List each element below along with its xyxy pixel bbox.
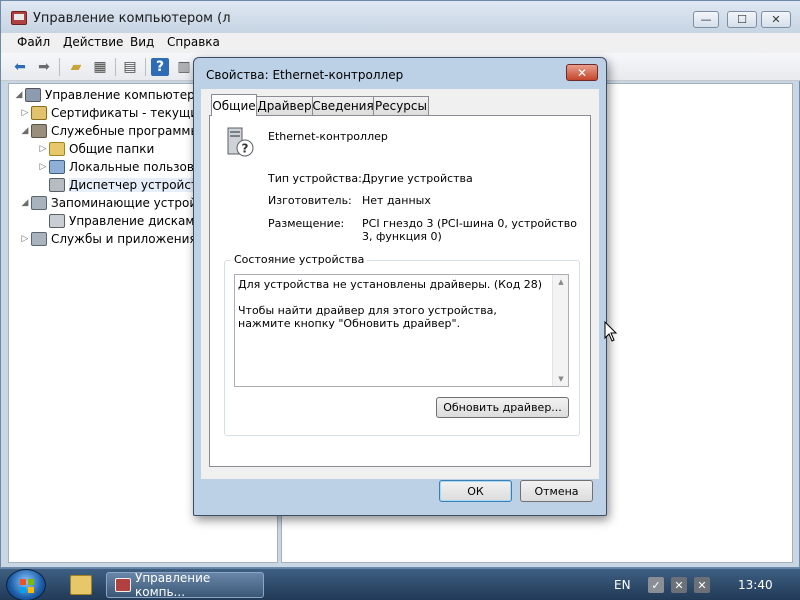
toolbar-separator bbox=[59, 58, 60, 76]
svg-text:?: ? bbox=[242, 142, 249, 156]
tree-label: Общие папки bbox=[69, 142, 155, 156]
forward-icon[interactable]: ➡ bbox=[35, 58, 53, 76]
properties-icon[interactable]: ▥ bbox=[175, 58, 193, 76]
window-title: Управление компьютером (л bbox=[33, 11, 231, 26]
shared-folders-icon bbox=[49, 142, 65, 156]
device-type-value: Другие устройства bbox=[362, 172, 473, 185]
manufacturer-label: Изготовитель: bbox=[268, 194, 352, 207]
unknown-device-icon: ? bbox=[227, 127, 254, 157]
minimize-button[interactable]: — bbox=[693, 11, 719, 28]
tree-label: Службы и приложения bbox=[51, 232, 197, 246]
menu-view[interactable]: Вид bbox=[130, 35, 154, 49]
tools-icon bbox=[31, 124, 47, 138]
taskbar-task-title: Управление компь... bbox=[135, 571, 211, 599]
network-icon[interactable]: ✕ bbox=[671, 577, 687, 593]
tree-item-storage[interactable]: ◢ Запоминающие устройст bbox=[19, 194, 211, 212]
tab-details[interactable]: Сведения bbox=[312, 96, 374, 115]
expand-arrow-icon[interactable]: ▷ bbox=[37, 162, 49, 172]
mouse-cursor-icon bbox=[604, 321, 618, 342]
device-manager-icon bbox=[49, 178, 65, 192]
computer-management-icon bbox=[11, 11, 27, 25]
windows-logo-icon bbox=[20, 579, 34, 593]
collapse-arrow-icon[interactable]: ◢ bbox=[19, 126, 31, 136]
tree-item-disk-management[interactable]: Управление дисками bbox=[37, 212, 202, 230]
toolbar-separator bbox=[115, 58, 116, 76]
device-status-title: Состояние устройства bbox=[231, 253, 368, 266]
tab-resources[interactable]: Ресурсы bbox=[373, 96, 429, 115]
scroll-up-icon[interactable]: ▲ bbox=[553, 275, 569, 289]
main-titlebar[interactable]: Управление компьютером (л — ☐ ✕ bbox=[1, 1, 800, 33]
explorer-taskbar-icon[interactable] bbox=[70, 575, 92, 595]
menu-help[interactable]: Справка bbox=[167, 35, 220, 49]
services-icon bbox=[31, 232, 47, 246]
expand-arrow-icon[interactable]: ▷ bbox=[19, 234, 31, 244]
ok-button[interactable]: ОК bbox=[439, 480, 512, 502]
tree-label: Диспетчер устройств bbox=[69, 178, 206, 192]
scroll-down-icon[interactable]: ▼ bbox=[553, 372, 569, 386]
help-icon[interactable]: ? bbox=[151, 58, 169, 76]
tree-label: Служебные программы bbox=[51, 124, 200, 138]
update-driver-button[interactable]: Обновить драйвер... bbox=[436, 397, 569, 418]
manufacturer-value: Нет данных bbox=[362, 194, 431, 207]
close-icon: ✕ bbox=[771, 13, 781, 26]
storage-icon bbox=[31, 196, 47, 210]
cancel-button[interactable]: Отмена bbox=[520, 480, 593, 502]
export-icon[interactable]: ▤ bbox=[121, 58, 139, 76]
computer-management-icon bbox=[25, 88, 41, 102]
menu-file[interactable]: Файл bbox=[17, 35, 50, 49]
back-icon[interactable]: ⬅ bbox=[11, 58, 29, 76]
close-button[interactable]: ✕ bbox=[761, 11, 791, 28]
volume-muted-icon[interactable]: ✕ bbox=[694, 577, 710, 593]
dialog-body: Общие Драйвер Сведения Ресурсы ? Etherne… bbox=[201, 89, 599, 479]
properties-dialog: Свойства: Ethernet-контроллер ✕ Общие Др… bbox=[193, 57, 607, 516]
menu-action[interactable]: Действие bbox=[63, 35, 123, 49]
maximize-button[interactable]: ☐ bbox=[727, 11, 757, 28]
dialog-close-button[interactable]: ✕ bbox=[566, 64, 598, 81]
device-status-text: Для устройства не установлены драйверы. … bbox=[238, 278, 543, 330]
minimize-icon: — bbox=[700, 13, 712, 26]
tree-item-services[interactable]: ▷ Службы и приложения bbox=[19, 230, 197, 248]
collapse-arrow-icon[interactable]: ◢ bbox=[19, 198, 31, 208]
tab-driver[interactable]: Драйвер bbox=[256, 96, 313, 115]
device-name: Ethernet-контроллер bbox=[268, 130, 388, 143]
maximize-icon: ☐ bbox=[737, 13, 747, 26]
computer-management-icon bbox=[115, 578, 131, 592]
clock[interactable]: 13:40 bbox=[738, 578, 773, 592]
dialog-title[interactable]: Свойства: Ethernet-контроллер bbox=[206, 68, 403, 82]
disk-management-icon bbox=[49, 214, 65, 228]
console-tree-icon[interactable]: ▦ bbox=[91, 58, 109, 76]
local-users-icon bbox=[49, 160, 65, 174]
status-scrollbar[interactable]: ▲ ▼ bbox=[552, 275, 568, 386]
tree-item-local-users[interactable]: ▷ Локальные пользовате bbox=[37, 158, 216, 176]
tab-general[interactable]: Общие bbox=[211, 94, 257, 116]
device-status-group: Состояние устройства Для устройства не у… bbox=[224, 253, 580, 436]
start-button[interactable] bbox=[6, 569, 46, 600]
tree-item-system-tools[interactable]: ◢ Служебные программы bbox=[19, 122, 200, 140]
collapse-arrow-icon[interactable]: ◢ bbox=[13, 90, 25, 100]
expand-arrow-icon[interactable]: ▷ bbox=[19, 108, 31, 118]
up-folder-icon[interactable]: ▰ bbox=[67, 58, 85, 76]
tab-panel-general: ? Ethernet-контроллер Тип устройства: Др… bbox=[209, 115, 591, 467]
taskbar-computer-management[interactable]: Управление компь... bbox=[106, 571, 264, 599]
tree-item-certificates[interactable]: ▷ Сертификаты - текущий п bbox=[19, 104, 218, 122]
tree-item-shared-folders[interactable]: ▷ Общие папки bbox=[37, 140, 154, 158]
language-indicator[interactable]: EN bbox=[614, 578, 631, 592]
certificates-icon bbox=[31, 106, 47, 120]
tree-label: Управление дисками bbox=[69, 214, 203, 228]
location-label: Размещение: bbox=[268, 217, 345, 230]
tree-label: Запоминающие устройст bbox=[51, 196, 211, 210]
close-icon: ✕ bbox=[576, 65, 588, 80]
tree-item-device-manager[interactable]: Диспетчер устройств bbox=[37, 176, 206, 194]
taskbar: Управление компь... EN ✓ ✕ ✕ 13:40 bbox=[0, 568, 800, 600]
device-status-textbox[interactable]: Для устройства не установлены драйверы. … bbox=[234, 274, 569, 387]
toolbar-separator bbox=[145, 58, 146, 76]
action-center-icon[interactable]: ✓ bbox=[648, 577, 664, 593]
menubar: Файл Действие Вид Справка bbox=[1, 33, 800, 53]
location-value: PCI гнездо 3 (PCI-шина 0, устройство 3, … bbox=[362, 217, 577, 243]
device-type-label: Тип устройства: bbox=[268, 172, 362, 185]
expand-arrow-icon[interactable]: ▷ bbox=[37, 144, 49, 154]
